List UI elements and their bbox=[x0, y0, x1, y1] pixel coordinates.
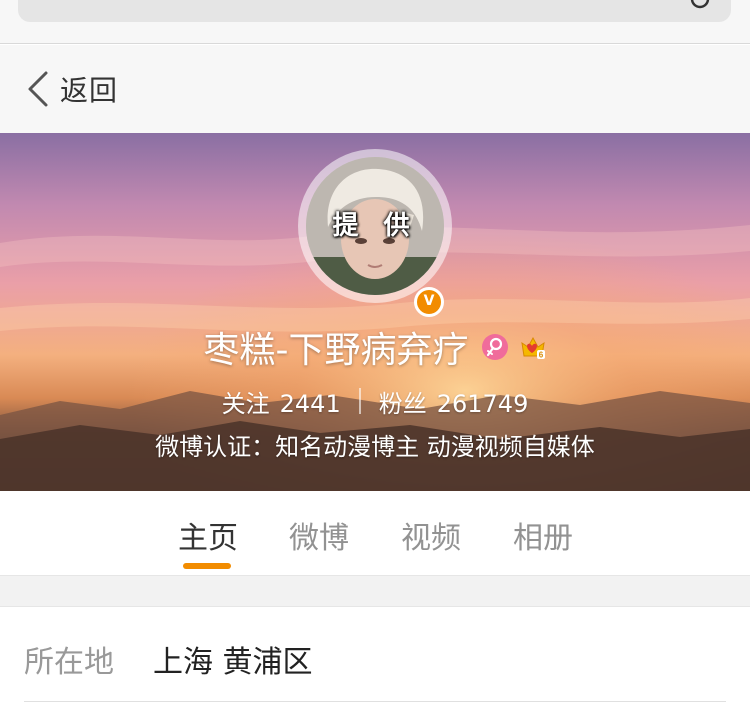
followers-label: 粉丝 bbox=[378, 389, 427, 418]
navigation-bar: 返回 bbox=[0, 45, 750, 133]
stats-divider bbox=[358, 388, 361, 414]
chevron-left-icon bbox=[28, 71, 48, 107]
search-icon[interactable] bbox=[689, 0, 713, 12]
list-continuation bbox=[0, 702, 750, 721]
verified-badge-icon: V bbox=[414, 287, 444, 317]
username-row: 枣糕-下野病弃疗 6 bbox=[0, 321, 750, 373]
search-input[interactable] bbox=[18, 0, 731, 22]
top-search-bar bbox=[0, 0, 750, 44]
profile-banner: 提 供 V 枣糕-下野病弃疗 6 关注 2441 粉丝 261749 微博认证：知名… bbox=[0, 133, 750, 491]
location-value: 上海 黄浦区 bbox=[153, 645, 313, 680]
username: 枣糕-下野病弃疗 bbox=[203, 330, 469, 371]
vip-level: 6 bbox=[538, 351, 543, 360]
verification-text: 微博认证：知名动漫博主 动漫视频自媒体 bbox=[155, 433, 595, 461]
profile-tabs: 主页 微博 视频 相册 bbox=[0, 491, 750, 575]
tab-home[interactable]: 主页 bbox=[178, 513, 238, 557]
section-gap bbox=[0, 575, 750, 607]
following-count: 2441 bbox=[279, 389, 341, 418]
back-label: 返回 bbox=[60, 74, 119, 107]
following-label: 关注 bbox=[221, 389, 270, 418]
back-button[interactable]: 返回 bbox=[24, 67, 118, 111]
active-tab-indicator bbox=[183, 563, 231, 569]
followers-count: 261749 bbox=[436, 389, 529, 418]
tab-album[interactable]: 相册 bbox=[513, 513, 573, 557]
tab-video[interactable]: 视频 bbox=[401, 513, 461, 557]
female-icon bbox=[481, 334, 508, 360]
following-stat[interactable]: 关注 2441 bbox=[222, 384, 341, 419]
avatar-image: 提 供 bbox=[306, 157, 444, 295]
location-row: 所在地 上海 黄浦区 bbox=[0, 607, 750, 702]
location-label: 所在地 bbox=[24, 645, 114, 680]
vip-crown-icon[interactable]: 6 bbox=[519, 333, 547, 361]
stats-row: 关注 2441 粉丝 261749 bbox=[0, 383, 750, 419]
avatar-overlay-text: 提 供 bbox=[332, 211, 418, 241]
avatar[interactable]: 提 供 V bbox=[298, 149, 452, 317]
followers-stat[interactable]: 粉丝 261749 bbox=[379, 384, 529, 419]
tab-weibo[interactable]: 微博 bbox=[289, 513, 349, 557]
